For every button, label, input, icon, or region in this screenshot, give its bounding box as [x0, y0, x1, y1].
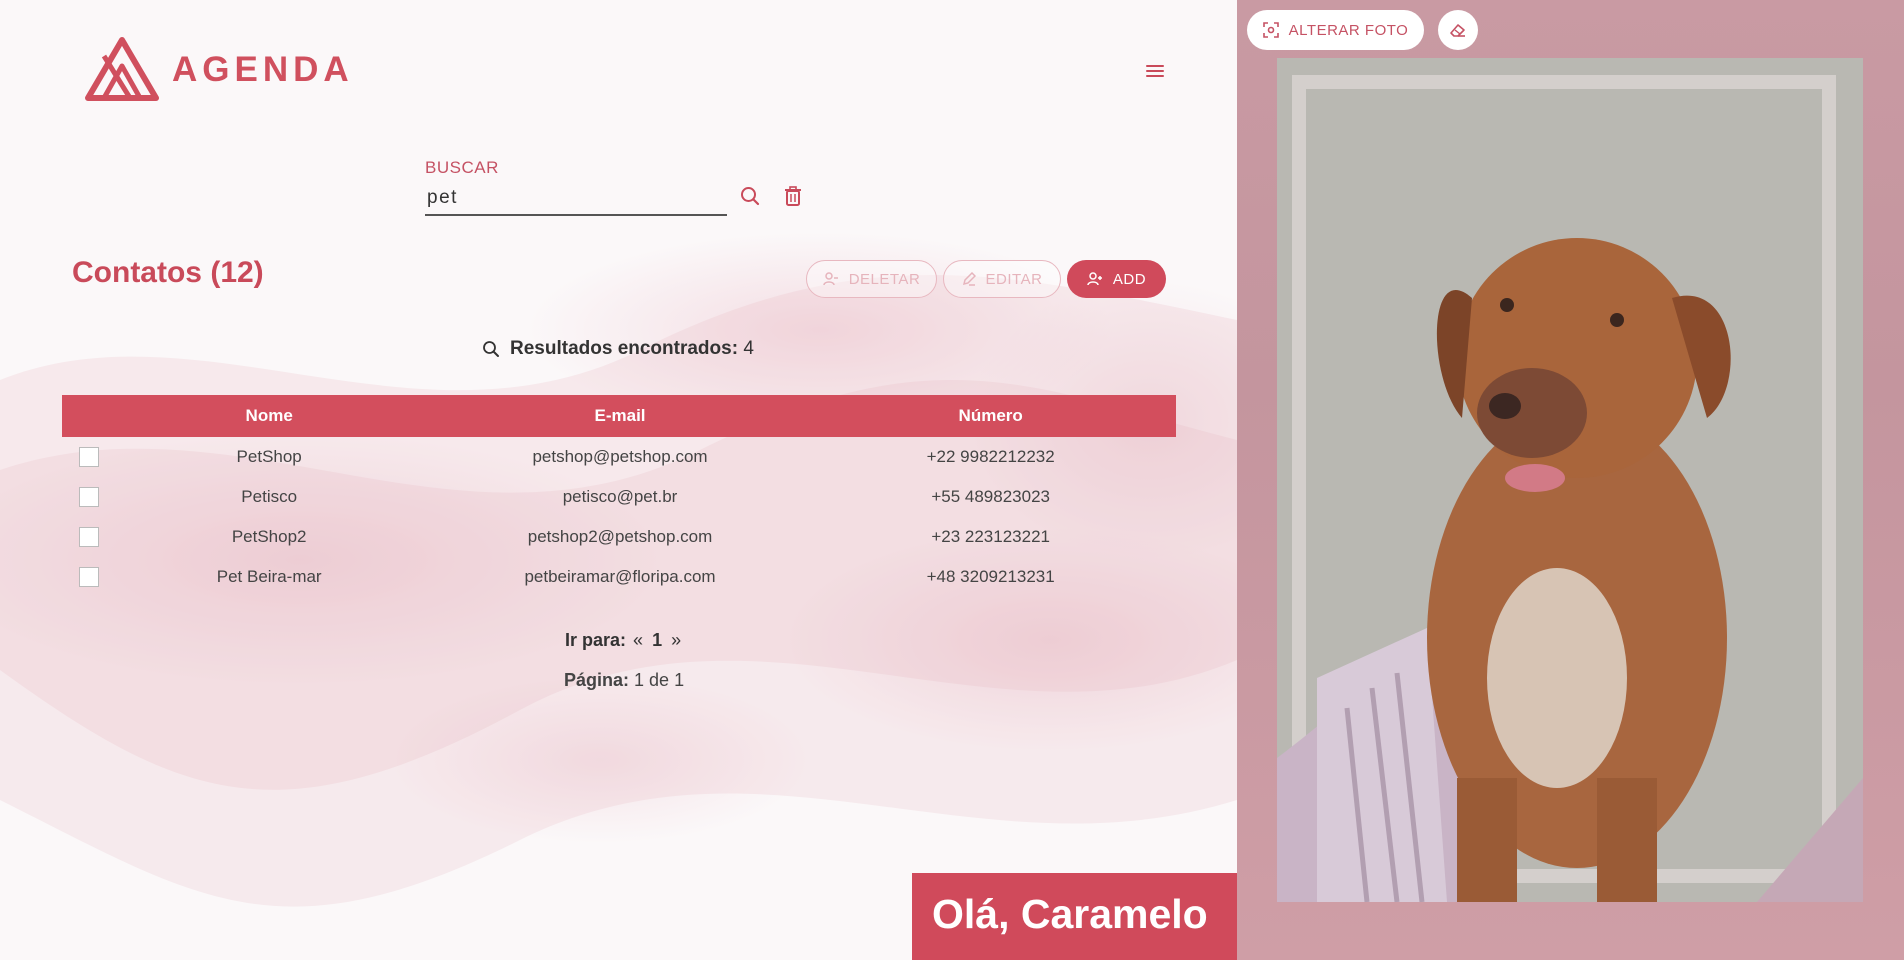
delete-button-label: DELETAR [848, 270, 921, 288]
column-header-name[interactable]: Nome [104, 395, 435, 437]
contact-name: Petisco [241, 487, 298, 506]
table-row[interactable]: Petisco petisco@pet.br +55 489823023 [62, 477, 1176, 517]
contacts-table: Nome E-mail Número PetShop petshop@petsh… [62, 395, 1176, 597]
contact-name: Pet Beira-mar [216, 567, 322, 586]
contact-email: petbeiramar@floripa.com [524, 567, 716, 586]
contact-email: petshop@petshop.com [532, 447, 708, 466]
contact-phone: +55 489823023 [931, 487, 1050, 506]
row-checkbox[interactable] [78, 447, 99, 468]
pencil-icon [962, 272, 976, 286]
search-icon[interactable] [740, 186, 760, 211]
trash-icon[interactable] [784, 186, 802, 211]
results-label: Resultados encontrados: [510, 338, 739, 359]
change-photo-button[interactable]: ALTERAR FOTO [1247, 10, 1424, 50]
profile-photo [1277, 58, 1863, 902]
contact-phone: +22 9982212232 [926, 447, 1055, 466]
add-button-label: ADD [1112, 270, 1147, 288]
remove-photo-button[interactable] [1438, 10, 1478, 50]
column-header-phone[interactable]: Número [805, 395, 1176, 437]
user-plus-icon [1087, 272, 1102, 286]
edit-button[interactable]: EDITAR [943, 260, 1061, 298]
contact-phone: +23 223123221 [931, 527, 1050, 546]
page-label: Página: [564, 670, 630, 690]
table-row[interactable]: Pet Beira-mar petbeiramar@floripa.com +4… [62, 557, 1176, 597]
contact-email: petshop2@petshop.com [527, 527, 713, 546]
next-page-link[interactable]: » [671, 630, 681, 650]
greeting-banner: Olá, Caramelo [912, 873, 1237, 960]
select-column-header [62, 395, 104, 437]
contact-name: PetShop2 [231, 527, 307, 546]
delete-button[interactable]: DELETAR [806, 260, 937, 298]
prev-page-link[interactable]: « [633, 630, 643, 650]
user-minus-icon [822, 272, 838, 286]
pagination: Ir para: « 1 » [565, 630, 683, 651]
results-count: 4 [743, 338, 754, 359]
main-area: AGENDA BUSCAR Contatos (12) DELETAR EDIT… [0, 0, 1237, 960]
logo-mark-icon [85, 37, 159, 101]
page-value: 1 de 1 [634, 670, 685, 690]
row-checkbox[interactable] [78, 487, 99, 508]
table-header-row: Nome E-mail Número [62, 395, 1176, 437]
contacts-title: Contatos (12) [72, 256, 264, 289]
change-photo-label: ALTERAR FOTO [1288, 21, 1409, 39]
eraser-icon [1450, 24, 1465, 37]
contact-phone: +48 3209213231 [926, 567, 1055, 586]
app-logo[interactable]: AGENDA [84, 36, 354, 104]
column-header-email[interactable]: E-mail [435, 395, 806, 437]
photo-panel: ALTERAR FOTO [1237, 0, 1904, 960]
search-label: BUSCAR [425, 158, 499, 177]
row-checkbox[interactable] [78, 527, 99, 548]
page-indicator: Página: 1 de 1 [564, 670, 684, 691]
table-row[interactable]: PetShop petshop@petshop.com +22 99822122… [62, 437, 1176, 477]
menu-icon[interactable] [1146, 62, 1164, 78]
page-link-current[interactable]: 1 [652, 630, 662, 650]
search-input[interactable] [425, 182, 727, 216]
row-checkbox[interactable] [78, 567, 99, 588]
search-icon [483, 341, 499, 357]
camera-focus-icon [1262, 22, 1279, 38]
contact-name: PetShop [236, 447, 302, 466]
results-summary: Resultados encontrados: 4 [482, 338, 754, 360]
goto-label: Ir para: [565, 630, 627, 650]
edit-button-label: EDITAR [985, 270, 1043, 288]
logo-text: AGENDA [172, 50, 354, 89]
contact-email: petisco@pet.br [562, 487, 678, 506]
table-row[interactable]: PetShop2 petshop2@petshop.com +23 223123… [62, 517, 1176, 557]
add-button[interactable]: ADD [1067, 260, 1166, 298]
